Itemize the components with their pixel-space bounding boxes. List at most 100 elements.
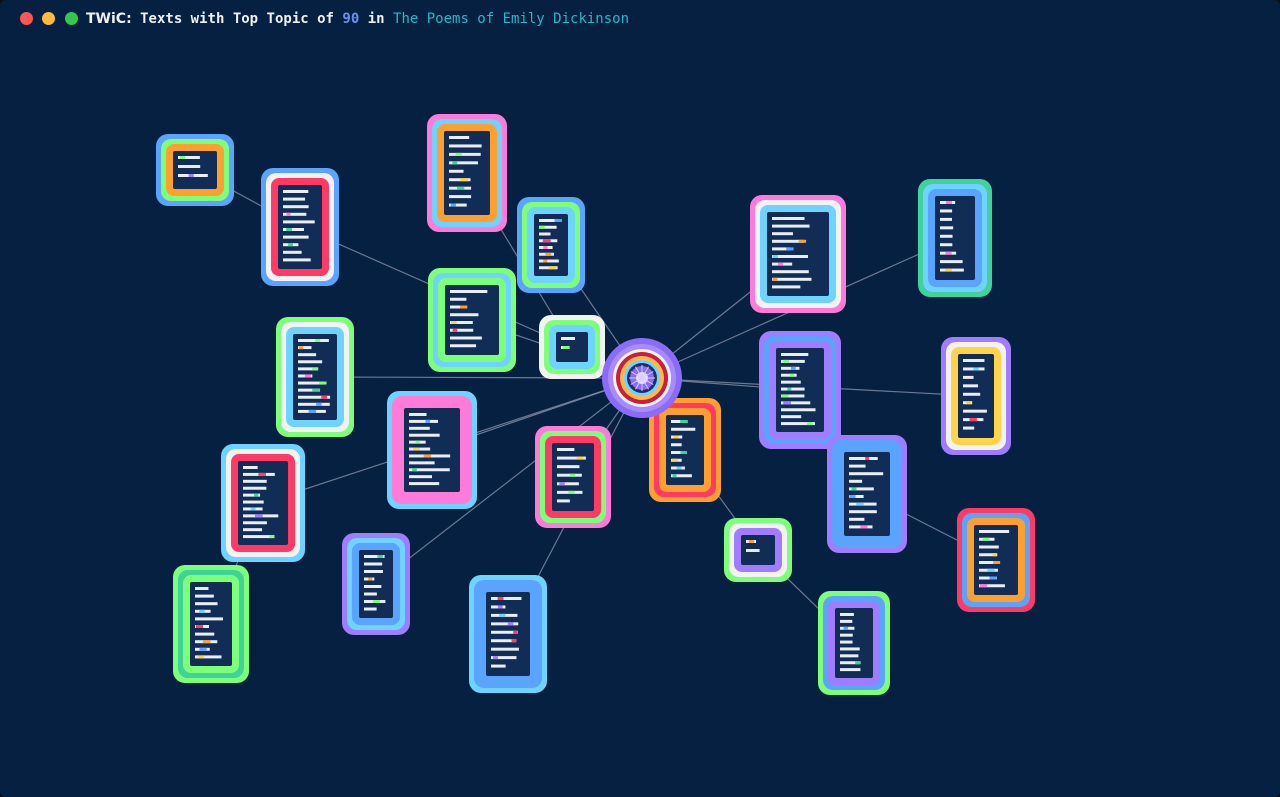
topic-word-mark — [987, 568, 995, 572]
text-node[interactable] — [918, 179, 992, 297]
text-line — [539, 259, 559, 263]
text-line — [781, 415, 802, 419]
topic-word-mark — [452, 161, 458, 165]
text-line — [283, 228, 304, 231]
topic-word-mark — [783, 401, 791, 405]
text-line — [940, 217, 952, 221]
text-node[interactable] — [957, 508, 1035, 612]
text-panel — [935, 196, 975, 280]
text-line — [409, 482, 440, 486]
maximize-window-button[interactable] — [65, 12, 78, 25]
text-line — [491, 647, 519, 651]
topic-word-mark — [772, 277, 778, 281]
text-line — [243, 528, 263, 532]
text-node[interactable] — [156, 134, 234, 206]
text-node[interactable] — [539, 315, 605, 379]
text-panel — [444, 131, 490, 215]
text-line — [781, 373, 797, 377]
text-line — [840, 668, 861, 672]
text-panel — [556, 332, 588, 362]
topic-cluster-icon[interactable] — [602, 338, 682, 418]
text-line — [940, 234, 953, 238]
text-node[interactable] — [759, 331, 841, 449]
topic-word-mark — [545, 252, 552, 256]
minimize-window-button[interactable] — [42, 12, 55, 25]
text-line — [772, 232, 793, 236]
topic-word-mark — [316, 402, 322, 406]
topic-word-mark — [368, 577, 373, 581]
text-line — [840, 633, 853, 637]
text-node[interactable] — [941, 337, 1011, 455]
text-node[interactable] — [342, 533, 410, 635]
text-line — [243, 500, 264, 504]
topic-word-mark — [680, 451, 687, 454]
topic-word-mark — [849, 495, 856, 498]
topic-word-mark — [966, 401, 972, 405]
text-line — [364, 562, 383, 566]
text-line — [849, 464, 866, 468]
text-node[interactable] — [724, 518, 792, 582]
topic-word-mark — [423, 454, 432, 458]
text-node[interactable] — [427, 114, 507, 232]
topic-word-mark — [288, 243, 294, 247]
text-node[interactable] — [387, 391, 477, 509]
topic-network-graph[interactable] — [0, 0, 1280, 797]
text-line — [963, 426, 975, 430]
text-line — [243, 466, 258, 469]
text-line — [849, 510, 877, 514]
topic-word-mark — [944, 268, 953, 272]
topic-word-mark — [425, 419, 431, 423]
text-node[interactable] — [517, 197, 585, 293]
text-line — [298, 339, 329, 342]
topic-word-mark — [851, 487, 857, 491]
topic-word-mark — [493, 656, 498, 660]
close-window-button[interactable] — [20, 12, 33, 25]
topic-word-mark — [539, 225, 545, 229]
topic-word-mark — [843, 626, 848, 630]
text-line — [283, 197, 306, 201]
corpus-name-link[interactable]: The Poems of Emily Dickinson — [393, 11, 629, 27]
text-line — [450, 313, 479, 317]
topic-word-mark — [304, 374, 311, 378]
topic-word-mark — [202, 640, 211, 644]
text-line — [781, 380, 801, 384]
text-line — [364, 585, 382, 588]
topic-word-mark — [865, 457, 870, 460]
text-node[interactable] — [535, 426, 611, 528]
text-line — [772, 277, 812, 281]
text-line — [491, 597, 522, 600]
text-line — [772, 285, 801, 289]
topic-word-mark — [982, 537, 990, 541]
text-node[interactable] — [428, 268, 516, 372]
title-bar: TWiC: Texts with Top Topic of 90 in The … — [0, 0, 1280, 38]
text-line — [940, 243, 953, 247]
topic-number-link[interactable]: 90 — [342, 11, 359, 27]
text-line — [940, 260, 963, 264]
text-line — [746, 549, 760, 552]
page-title: TWiC: Texts with Top Topic of 90 in The … — [86, 10, 629, 28]
text-node[interactable] — [173, 565, 249, 683]
text-node[interactable] — [469, 575, 547, 693]
text-line — [409, 419, 438, 423]
text-line — [283, 190, 309, 193]
topic-word-mark — [195, 625, 204, 628]
text-panel — [958, 354, 994, 438]
text-node[interactable] — [827, 435, 907, 553]
text-line — [940, 226, 954, 230]
topic-word-mark — [790, 366, 796, 370]
topic-word-mark — [188, 174, 194, 177]
text-line — [195, 632, 215, 636]
text-node[interactable] — [261, 168, 339, 286]
topic-word-mark — [680, 420, 688, 423]
text-line — [195, 594, 214, 598]
text-node[interactable] — [818, 591, 890, 695]
text-line — [450, 297, 467, 301]
text-node[interactable] — [750, 195, 846, 313]
app-name: TWiC: — [86, 11, 132, 27]
text-line — [409, 433, 440, 437]
topic-word-mark — [254, 514, 263, 518]
topic-word-mark — [992, 553, 997, 557]
text-node[interactable] — [276, 317, 354, 437]
text-line — [963, 384, 979, 388]
text-node[interactable] — [221, 444, 305, 562]
